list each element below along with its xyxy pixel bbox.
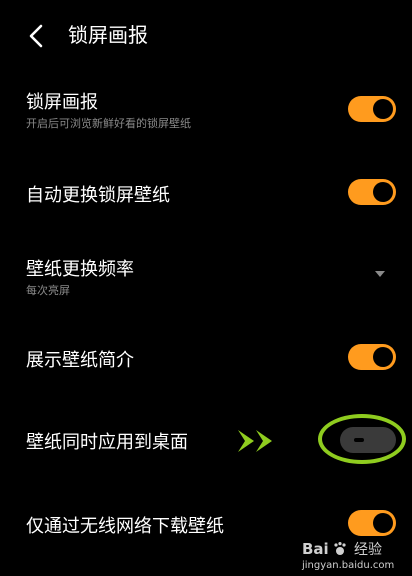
setting-label: 壁纸同时应用到桌面 [26, 432, 188, 453]
toggle-knob [373, 513, 393, 533]
setting-show-intro[interactable]: 展示壁纸简介 [0, 330, 412, 386]
setting-subtitle: 开启后可浏览新鲜好看的锁屏壁纸 [26, 117, 191, 130]
baidu-watermark: Bai 经验 jingyan.baidu.com [301, 540, 394, 571]
highlight-ring [318, 414, 406, 464]
watermark-brand-2: 经验 [354, 542, 382, 558]
toggle-knob [373, 347, 393, 367]
app-header: 锁屏画报 [0, 0, 412, 72]
toggle-knob [373, 99, 393, 119]
chevron-down-icon[interactable] [375, 271, 385, 277]
watermark-url: jingyan.baidu.com [301, 560, 394, 571]
show-intro-toggle[interactable] [348, 344, 396, 370]
setting-change-frequency[interactable]: 壁纸更换频率 每次亮屏 [0, 245, 412, 315]
setting-label: 锁屏画报 [26, 92, 98, 113]
double-arrow-icon [238, 430, 272, 452]
setting-label: 壁纸更换频率 [26, 259, 134, 280]
setting-label: 自动更换锁屏壁纸 [26, 185, 170, 206]
setting-label: 展示壁纸简介 [26, 350, 134, 371]
lock-screen-magazine-toggle[interactable] [348, 96, 396, 122]
setting-auto-change-wallpaper[interactable]: 自动更换锁屏壁纸 [0, 165, 412, 221]
page-title: 锁屏画报 [68, 23, 148, 47]
wifi-only-download-toggle[interactable] [348, 510, 396, 536]
setting-label: 仅通过无线网络下载壁纸 [26, 516, 224, 537]
setting-lock-screen-magazine[interactable]: 锁屏画报 开启后可浏览新鲜好看的锁屏壁纸 [0, 80, 412, 150]
watermark-brand: Bai [302, 540, 329, 558]
back-arrow-icon[interactable] [24, 22, 52, 50]
toggle-knob [373, 182, 393, 202]
setting-value: 每次亮屏 [26, 284, 70, 297]
auto-change-wallpaper-toggle[interactable] [348, 179, 396, 205]
paw-icon [334, 542, 346, 555]
